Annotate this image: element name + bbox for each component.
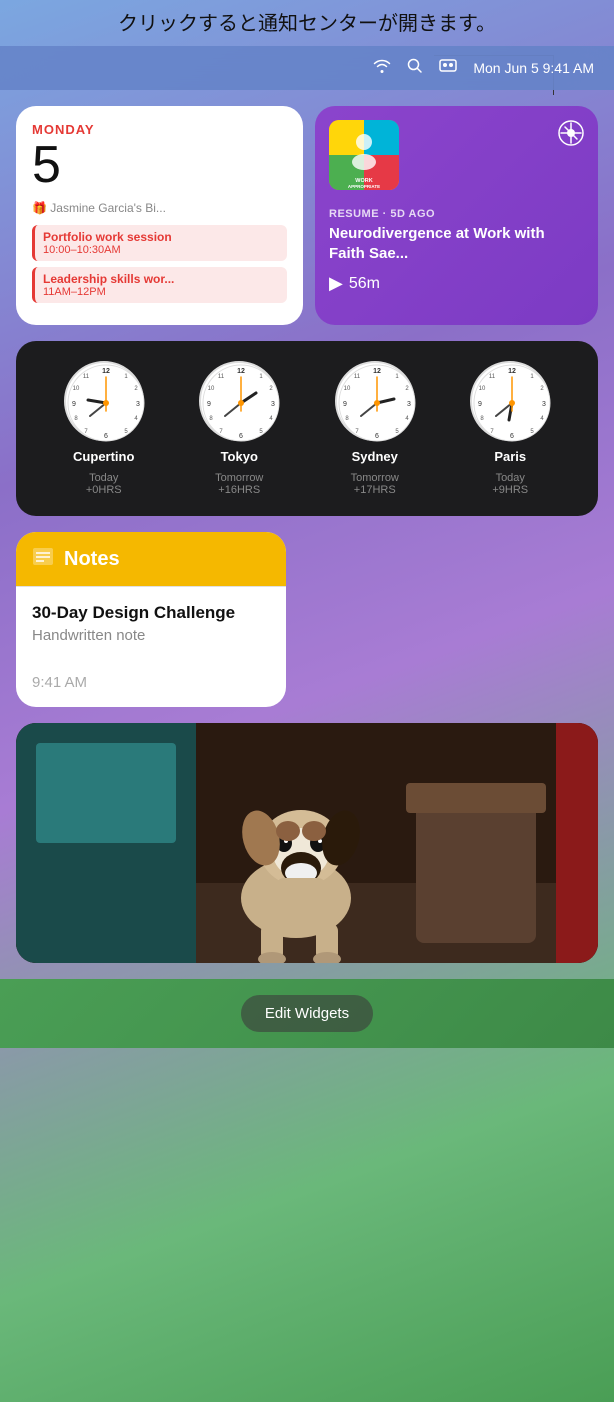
svg-text:12: 12 bbox=[508, 368, 516, 375]
clock-face-paris: 12 3 6 9 1 2 4 5 7 8 10 11 bbox=[470, 361, 550, 441]
city-sub-sydney: Tomorrow+17HRS bbox=[351, 472, 399, 496]
calendar-day-label: MONDAY bbox=[32, 122, 287, 137]
city-name-cupertino: Cupertino bbox=[73, 449, 134, 464]
svg-text:3: 3 bbox=[407, 401, 411, 408]
notes-body: 30-Day Design Challenge Handwritten note… bbox=[16, 586, 286, 707]
svg-text:6: 6 bbox=[510, 433, 514, 440]
svg-text:9: 9 bbox=[478, 401, 482, 408]
clock-paris: 12 3 6 9 1 2 4 5 7 8 10 11 bbox=[470, 361, 550, 496]
annotation-label: クリックすると通知センターが開きます。 bbox=[118, 13, 496, 35]
svg-text:12: 12 bbox=[237, 368, 245, 375]
clock-face-cupertino: 12 3 6 9 1 2 4 5 7 8 10 11 bbox=[64, 361, 144, 441]
note-subtitle: Handwritten note bbox=[32, 627, 270, 644]
svg-text:3: 3 bbox=[271, 401, 275, 408]
note-time: 9:41 AM bbox=[32, 674, 270, 691]
svg-text:3: 3 bbox=[542, 401, 546, 408]
clock-tokyo: 12 3 6 9 1 2 4 5 7 8 10 11 bbox=[199, 361, 279, 496]
svg-text:10: 10 bbox=[208, 386, 215, 392]
event1-time: 10:00–10:30AM bbox=[43, 244, 279, 256]
top-row: MONDAY 5 🎁 Jasmine Garcia's Bi... Portfo… bbox=[16, 106, 598, 325]
svg-text:11: 11 bbox=[354, 374, 361, 380]
pet-photo-widget[interactable] bbox=[16, 723, 598, 963]
city-sub-tokyo: Tomorrow+16HRS bbox=[215, 472, 263, 496]
datetime-label: Mon Jun 5 9:41 AM bbox=[473, 60, 594, 76]
svg-text:6: 6 bbox=[239, 433, 243, 440]
widgets-container: MONDAY 5 🎁 Jasmine Garcia's Bi... Portfo… bbox=[0, 90, 614, 979]
birthday-text: 🎁 Jasmine Garcia's Bi... bbox=[32, 201, 166, 215]
event1-title: Portfolio work session bbox=[43, 230, 279, 244]
city-name-paris: Paris bbox=[494, 449, 526, 464]
podcast-artwork: WORK APPROPRIATE bbox=[329, 120, 399, 190]
podcast-duration-value: 56m bbox=[349, 275, 380, 292]
play-icon: ▶ bbox=[329, 273, 343, 294]
podcast-duration: 56m bbox=[349, 275, 380, 293]
note-title: 30-Day Design Challenge bbox=[32, 603, 270, 623]
podcast-title: Neurodivergence at Work with Faith Sae..… bbox=[329, 224, 584, 263]
worldclock-widget[interactable]: 12 3 6 9 1 2 4 5 7 8 10 11 bbox=[16, 341, 598, 516]
calendar-widget[interactable]: MONDAY 5 🎁 Jasmine Garcia's Bi... Portfo… bbox=[16, 106, 303, 325]
podcast-widget[interactable]: WORK APPROPRIATE bbox=[315, 106, 598, 325]
city-name-sydney: Sydney bbox=[352, 449, 398, 464]
city-name-tokyo: Tokyo bbox=[221, 449, 258, 464]
search-icon[interactable] bbox=[407, 58, 423, 79]
menu-bar: Mon Jun 5 9:41 AM bbox=[0, 46, 614, 90]
podcast-artwork-image: WORK APPROPRIATE bbox=[329, 120, 399, 190]
event2-title: Leadership skills wor... bbox=[43, 272, 279, 286]
clock-face-tokyo: 12 3 6 9 1 2 4 5 7 8 10 11 bbox=[199, 361, 279, 441]
svg-text:11: 11 bbox=[83, 374, 90, 380]
svg-text:10: 10 bbox=[479, 386, 486, 392]
clock-face-sydney: 12 3 6 9 1 2 4 5 7 8 10 11 bbox=[335, 361, 415, 441]
clock-sydney: 12 3 6 9 1 2 4 5 7 8 10 11 bbox=[335, 361, 415, 496]
calendar-event-1[interactable]: Portfolio work session 10:00–10:30AM bbox=[32, 225, 287, 261]
svg-text:11: 11 bbox=[489, 374, 496, 380]
event2-time: 11AM–12PM bbox=[43, 286, 279, 298]
city-sub-paris: Today+9HRS bbox=[492, 472, 528, 496]
svg-text:11: 11 bbox=[218, 374, 225, 380]
edit-widgets-container: Edit Widgets bbox=[0, 979, 614, 1048]
podcast-app-icon bbox=[558, 120, 584, 152]
notes-title: Notes bbox=[64, 548, 120, 571]
edit-widgets-button[interactable]: Edit Widgets bbox=[241, 995, 373, 1032]
notes-widget[interactable]: Notes 30-Day Design Challenge Handwritte… bbox=[16, 532, 286, 707]
annotation-text: クリックすると通知センターが開きます。 bbox=[0, 0, 614, 38]
svg-text:3: 3 bbox=[136, 401, 140, 408]
notes-icon bbox=[32, 546, 54, 572]
svg-text:6: 6 bbox=[104, 433, 108, 440]
svg-text:12: 12 bbox=[373, 368, 381, 375]
svg-text:9: 9 bbox=[207, 401, 211, 408]
calendar-date-number: 5 bbox=[32, 139, 287, 191]
calendar-birthday: 🎁 Jasmine Garcia's Bi... bbox=[32, 201, 287, 215]
svg-text:12: 12 bbox=[102, 368, 110, 375]
calendar-event-2[interactable]: Leadership skills wor... 11AM–12PM bbox=[32, 267, 287, 303]
svg-text:6: 6 bbox=[375, 433, 379, 440]
svg-text:9: 9 bbox=[343, 401, 347, 408]
podcast-play-button[interactable]: ▶ 56m bbox=[329, 273, 584, 294]
svg-text:10: 10 bbox=[72, 386, 79, 392]
podcast-meta: RESUME · 5D AGO bbox=[329, 208, 584, 220]
clock-cupertino: 12 3 6 9 1 2 4 5 7 8 10 11 bbox=[64, 361, 144, 496]
svg-text:APPROPRIATE: APPROPRIATE bbox=[348, 184, 380, 189]
notes-header: Notes bbox=[16, 532, 286, 586]
podcast-top: WORK APPROPRIATE bbox=[329, 120, 584, 190]
wifi-icon[interactable] bbox=[373, 59, 391, 78]
city-sub-cupertino: Today+0HRS bbox=[86, 472, 122, 496]
pet-photo bbox=[16, 723, 598, 963]
svg-text:10: 10 bbox=[343, 386, 350, 392]
svg-text:9: 9 bbox=[72, 401, 76, 408]
screen-sharing-icon[interactable] bbox=[439, 59, 457, 78]
